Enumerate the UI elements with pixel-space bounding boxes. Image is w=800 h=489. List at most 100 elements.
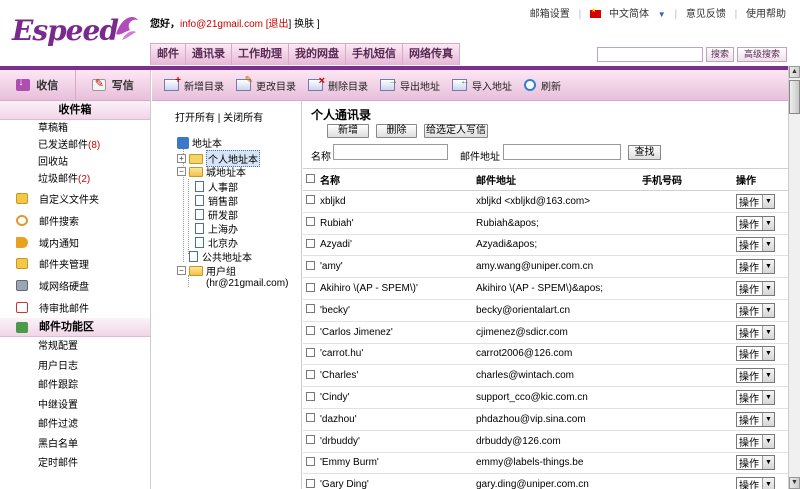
name-search-field[interactable] bbox=[333, 144, 448, 160]
select-all-checkbox[interactable] bbox=[306, 173, 315, 183]
operation-select[interactable]: 操作 ▼ bbox=[736, 433, 775, 449]
language-select[interactable]: 中文简体 ▼ bbox=[589, 7, 666, 20]
row-checkbox[interactable] bbox=[306, 195, 315, 205]
tab-mail[interactable]: 邮件 bbox=[151, 44, 186, 65]
func-scheduled-mail[interactable]: 定时邮件 bbox=[0, 454, 150, 474]
tree-domain[interactable]: − 城地址本 bbox=[177, 164, 246, 179]
row-checkbox[interactable] bbox=[306, 478, 315, 488]
pending-approval-item[interactable]: 待审批邮件 bbox=[0, 296, 150, 318]
table-row[interactable]: Akihiro \(AP - SPEM\)' Akihiro \(AP - SPE… bbox=[303, 278, 788, 300]
tree-user-group[interactable]: − 用户组 bbox=[177, 263, 236, 278]
operation-select[interactable]: 操作 ▼ bbox=[736, 346, 775, 362]
skin-link[interactable]: 换肤 ] bbox=[294, 19, 320, 30]
import-address-button[interactable]: 导入地址 bbox=[452, 76, 512, 93]
domain-notice-item[interactable]: 域内通知 bbox=[0, 231, 150, 253]
table-row[interactable]: 'carrot.hu' carrot2006@126.com 操作 ▼ bbox=[303, 344, 788, 366]
rename-directory-button[interactable]: 更改目录 bbox=[236, 75, 296, 93]
write-to-selected-button[interactable]: 给选定人写信 bbox=[424, 124, 488, 138]
table-row[interactable]: xbljkd xbljkd <xbljkd@163.com> 操作 ▼ bbox=[303, 191, 788, 213]
expand-icon[interactable]: + bbox=[177, 154, 186, 163]
receive-button[interactable]: 收信 bbox=[0, 70, 76, 100]
custom-folders-item[interactable]: 自定义文件夹 bbox=[0, 188, 150, 210]
table-row[interactable]: Azyadi' Azyadi&apos; 操作 ▼ bbox=[303, 235, 788, 257]
row-checkbox[interactable] bbox=[306, 347, 315, 357]
row-checkbox[interactable] bbox=[306, 282, 315, 292]
tab-sms[interactable]: 手机短信 bbox=[346, 44, 403, 65]
table-row[interactable]: 'Cindy' support_cco@kic.com.cn 操作 ▼ bbox=[303, 387, 788, 409]
new-contact-button[interactable]: 新增 bbox=[327, 124, 369, 138]
table-row[interactable]: 'Emmy Burm' emmy@labels-things.be 操作 ▼ bbox=[303, 453, 788, 475]
folder-drafts[interactable]: 草稿箱 bbox=[0, 120, 150, 137]
tree-dept-hr[interactable]: 人事部 bbox=[195, 179, 238, 194]
tree-public[interactable]: 公共地址本 bbox=[189, 249, 252, 264]
write-button[interactable]: 写信 bbox=[76, 70, 151, 100]
func-relay-settings[interactable]: 中继设置 bbox=[0, 396, 150, 416]
operation-select[interactable]: 操作 ▼ bbox=[736, 477, 775, 489]
folder-trash[interactable]: 回收站 bbox=[0, 154, 150, 171]
operation-select[interactable]: 操作 ▼ bbox=[736, 193, 775, 209]
collapse-icon[interactable]: − bbox=[177, 266, 186, 275]
func-mail-tracking[interactable]: 邮件跟踪 bbox=[0, 376, 150, 396]
export-address-button[interactable]: 导出地址 bbox=[380, 76, 440, 93]
row-checkbox[interactable] bbox=[306, 326, 315, 336]
tree-root[interactable]: 地址本 bbox=[177, 135, 222, 150]
row-checkbox[interactable] bbox=[306, 238, 315, 248]
column-name[interactable]: 名称 bbox=[320, 172, 476, 187]
mail-search-item[interactable]: 邮件搜索 bbox=[0, 210, 150, 232]
table-row[interactable]: 'dazhou' phdazhou@vip.sina.com 操作 ▼ bbox=[303, 409, 788, 431]
delete-directory-button[interactable]: 删除目录 bbox=[308, 75, 368, 93]
tree-dept-sales[interactable]: 销售部 bbox=[195, 193, 238, 208]
row-checkbox[interactable] bbox=[306, 456, 315, 466]
help-link[interactable]: 使用帮助 bbox=[746, 9, 786, 20]
refresh-button[interactable]: 刷新 bbox=[524, 78, 561, 93]
table-row[interactable]: 'Gary Ding' gary.ding@uniper.com.cn 操作 ▼ bbox=[303, 474, 788, 489]
func-mail-filter[interactable]: 邮件过滤 bbox=[0, 415, 150, 435]
func-user-log[interactable]: 用户日志 bbox=[0, 357, 150, 377]
tree-dept-shanghai[interactable]: 上海办 bbox=[195, 221, 238, 236]
mail-settings-link[interactable]: 邮箱设置 bbox=[530, 9, 570, 20]
operation-select[interactable]: 操作 ▼ bbox=[736, 411, 775, 427]
search-input[interactable] bbox=[597, 47, 703, 62]
func-black-white-list[interactable]: 黑白名单 bbox=[0, 435, 150, 455]
tab-contacts[interactable]: 通讯录 bbox=[186, 44, 232, 65]
scroll-thumb[interactable] bbox=[789, 80, 800, 114]
func-general-config[interactable]: 常规配置 bbox=[0, 337, 150, 357]
tree-dept-beijing[interactable]: 北京办 bbox=[195, 235, 238, 250]
folder-spam[interactable]: 垃圾邮件(2) bbox=[0, 171, 150, 188]
collapse-icon[interactable]: − bbox=[177, 167, 186, 176]
search-button[interactable]: 搜索 bbox=[706, 47, 734, 62]
operation-select[interactable]: 操作 ▼ bbox=[736, 368, 775, 384]
folder-sent[interactable]: 已发送邮件(8) bbox=[0, 137, 150, 154]
tab-assistant[interactable]: 工作助理 bbox=[232, 44, 289, 65]
table-row[interactable]: 'drbuddy' drbuddy@126.com 操作 ▼ bbox=[303, 431, 788, 453]
tree-user-entry[interactable]: (hr@21gmail.com) bbox=[206, 278, 288, 289]
operation-select[interactable]: 操作 ▼ bbox=[736, 390, 775, 406]
open-all-link[interactable]: 打开所有 bbox=[175, 113, 215, 124]
new-directory-button[interactable]: 新增目录 bbox=[164, 75, 224, 93]
address-search-field[interactable] bbox=[503, 144, 621, 160]
table-row[interactable]: 'becky' becky@orientalart.cn 操作 ▼ bbox=[303, 300, 788, 322]
operation-select[interactable]: 操作 ▼ bbox=[736, 281, 775, 297]
operation-select[interactable]: 操作 ▼ bbox=[736, 259, 775, 275]
row-checkbox[interactable] bbox=[306, 413, 315, 423]
tab-netdisk[interactable]: 我的网盘 bbox=[289, 44, 346, 65]
row-checkbox[interactable] bbox=[306, 304, 315, 314]
inbox-header[interactable]: 收件箱 bbox=[0, 101, 150, 120]
row-checkbox[interactable] bbox=[306, 260, 315, 270]
tree-dept-rd[interactable]: 研发部 bbox=[195, 207, 238, 222]
row-checkbox[interactable] bbox=[306, 391, 315, 401]
operation-select[interactable]: 操作 ▼ bbox=[736, 455, 775, 471]
row-checkbox[interactable] bbox=[306, 217, 315, 227]
operation-select[interactable]: 操作 ▼ bbox=[736, 237, 775, 253]
scroll-up-icon[interactable]: ▲ bbox=[789, 66, 800, 78]
find-button[interactable]: 查找 bbox=[628, 145, 661, 160]
feedback-link[interactable]: 意见反馈 bbox=[686, 9, 726, 20]
logout-link[interactable]: [退出] bbox=[266, 19, 292, 30]
advanced-search-button[interactable]: 高级搜索 bbox=[737, 47, 787, 62]
close-all-link[interactable]: | 关闭所有 bbox=[218, 113, 263, 124]
tab-fax[interactable]: 网络传真 bbox=[403, 44, 459, 65]
scroll-down-icon[interactable]: ▼ bbox=[789, 477, 800, 489]
column-phone[interactable]: 手机号码 bbox=[642, 172, 736, 187]
table-row[interactable]: Rubiah' Rubiah&apos; 操作 ▼ bbox=[303, 213, 788, 235]
delete-contact-button[interactable]: 删除 bbox=[376, 124, 417, 138]
